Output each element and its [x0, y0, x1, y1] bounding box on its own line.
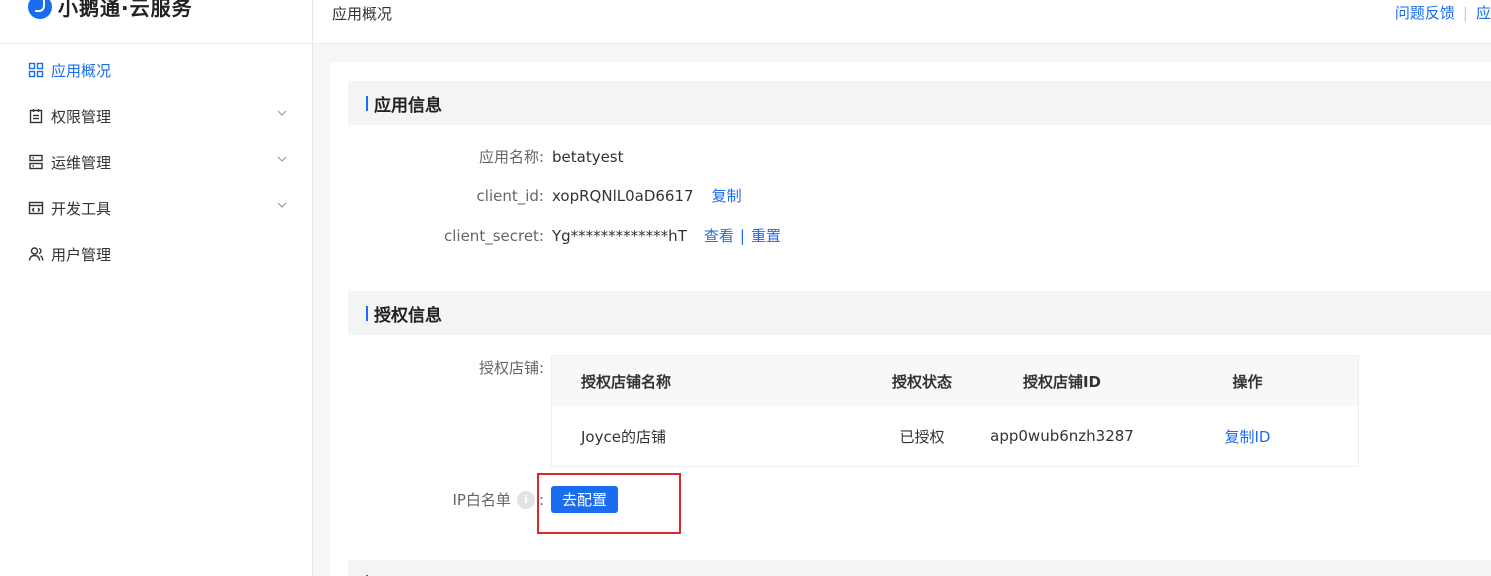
sidebar: 小鹅通·云服务 应用概况 权限管理 运维管理 开发工具 用户管理	[0, 0, 313, 576]
column-header: 操作	[1232, 372, 1263, 391]
sidebar-item-ops[interactable]: 运维管理	[0, 139, 313, 185]
sidebar-item-label: 运维管理	[51, 153, 112, 172]
app-info-header: 应用信息	[348, 81, 1491, 125]
app-name-value: betatyest	[552, 147, 624, 166]
highlight-annotation-box	[537, 473, 681, 534]
goose-logo-icon	[28, 0, 52, 19]
client-id-value: xopRQNlL0aD6617	[552, 186, 694, 205]
main-card: 应用信息 应用名称: betatyest client_id: xopRQNlL…	[330, 62, 1491, 576]
chevron-down-icon[interactable]	[276, 199, 288, 211]
link-divider: |	[739, 226, 745, 245]
shop-name-cell: Joyce的店铺	[581, 427, 666, 446]
users-icon	[28, 246, 44, 262]
copy-client-id-link[interactable]: 复制	[712, 185, 742, 206]
column-header: 授权店铺名称	[581, 372, 672, 391]
ip-whitelist-label-group: IP白名单 i :	[348, 489, 552, 510]
client-secret-value: Yg*************hT	[552, 226, 687, 245]
section-title: 应用信息	[374, 95, 442, 116]
sidebar-divider	[0, 43, 313, 44]
sidebar-item-label: 权限管理	[51, 107, 112, 126]
copy-id-link[interactable]: 复制ID	[1225, 428, 1271, 446]
auth-info-header: 授权信息	[348, 291, 1491, 335]
shop-id-cell: app0wub6nzh3287	[990, 427, 1134, 445]
truncated-link[interactable]: 应	[1476, 2, 1491, 23]
client-secret-label: client_secret:	[444, 226, 544, 245]
column-header: 授权状态	[891, 372, 952, 391]
action-cell: 复制ID	[1137, 426, 1358, 447]
grid-icon	[28, 62, 44, 78]
ip-whitelist-label: IP白名单	[452, 491, 511, 509]
view-secret-link[interactable]: 查看	[704, 225, 734, 246]
divider: |	[1462, 3, 1468, 22]
auth-status-cell: 已授权	[899, 427, 945, 446]
code-window-icon	[28, 200, 44, 216]
next-section-header	[348, 560, 1491, 576]
sidebar-item-label: 用户管理	[51, 245, 112, 264]
chevron-down-icon[interactable]	[276, 153, 288, 165]
sidebar-item-label: 应用概况	[51, 61, 112, 80]
table-header: 授权店铺名称 授权状态 授权店铺ID 操作	[552, 356, 1358, 406]
column-header: 授权店铺ID	[1022, 372, 1102, 391]
sidebar-item-dev-tools[interactable]: 开发工具	[0, 185, 313, 231]
brand-name: 小鹅通·云服务	[58, 0, 193, 20]
section-accent-bar	[366, 305, 368, 321]
sidebar-menu: 应用概况 权限管理 运维管理 开发工具 用户管理	[0, 47, 313, 277]
section-title: 授权信息	[374, 305, 442, 326]
top-bar: 应用概况 问题反馈 | 应	[313, 0, 1491, 44]
sidebar-item-permissions[interactable]: 权限管理	[0, 93, 313, 139]
info-icon[interactable]: i	[516, 490, 535, 509]
chevron-down-icon[interactable]	[276, 107, 288, 119]
app-name-label: 应用名称:	[478, 148, 544, 166]
top-links: 问题反馈 | 应	[1395, 2, 1491, 23]
sidebar-item-app-overview[interactable]: 应用概况	[0, 47, 313, 93]
client-secret-row: client_secret: Yg*************hT 查看 | 重置	[348, 225, 781, 246]
breadcrumb: 应用概况	[332, 5, 393, 23]
feedback-link[interactable]: 问题反馈	[1395, 2, 1455, 23]
table-row: Joyce的店铺 已授权 app0wub6nzh3287 复制ID	[552, 406, 1358, 466]
authorized-shop-label: 授权店铺:	[478, 359, 544, 377]
server-icon	[28, 154, 44, 170]
app-name-row: 应用名称: betatyest	[348, 146, 624, 167]
authorized-shop-table: 授权店铺名称 授权状态 授权店铺ID 操作 Joyce的店铺 已授权 app0w…	[551, 355, 1359, 467]
reset-secret-link[interactable]: 重置	[751, 225, 781, 246]
client-id-row: client_id: xopRQNlL0aD6617 复制	[348, 185, 742, 206]
client-id-label: client_id:	[476, 186, 544, 205]
section-accent-bar	[366, 95, 368, 111]
clipboard-icon	[28, 108, 44, 124]
sidebar-item-users[interactable]: 用户管理	[0, 231, 313, 277]
sidebar-item-label: 开发工具	[51, 199, 112, 218]
brand-logo[interactable]: 小鹅通·云服务	[28, 0, 193, 24]
